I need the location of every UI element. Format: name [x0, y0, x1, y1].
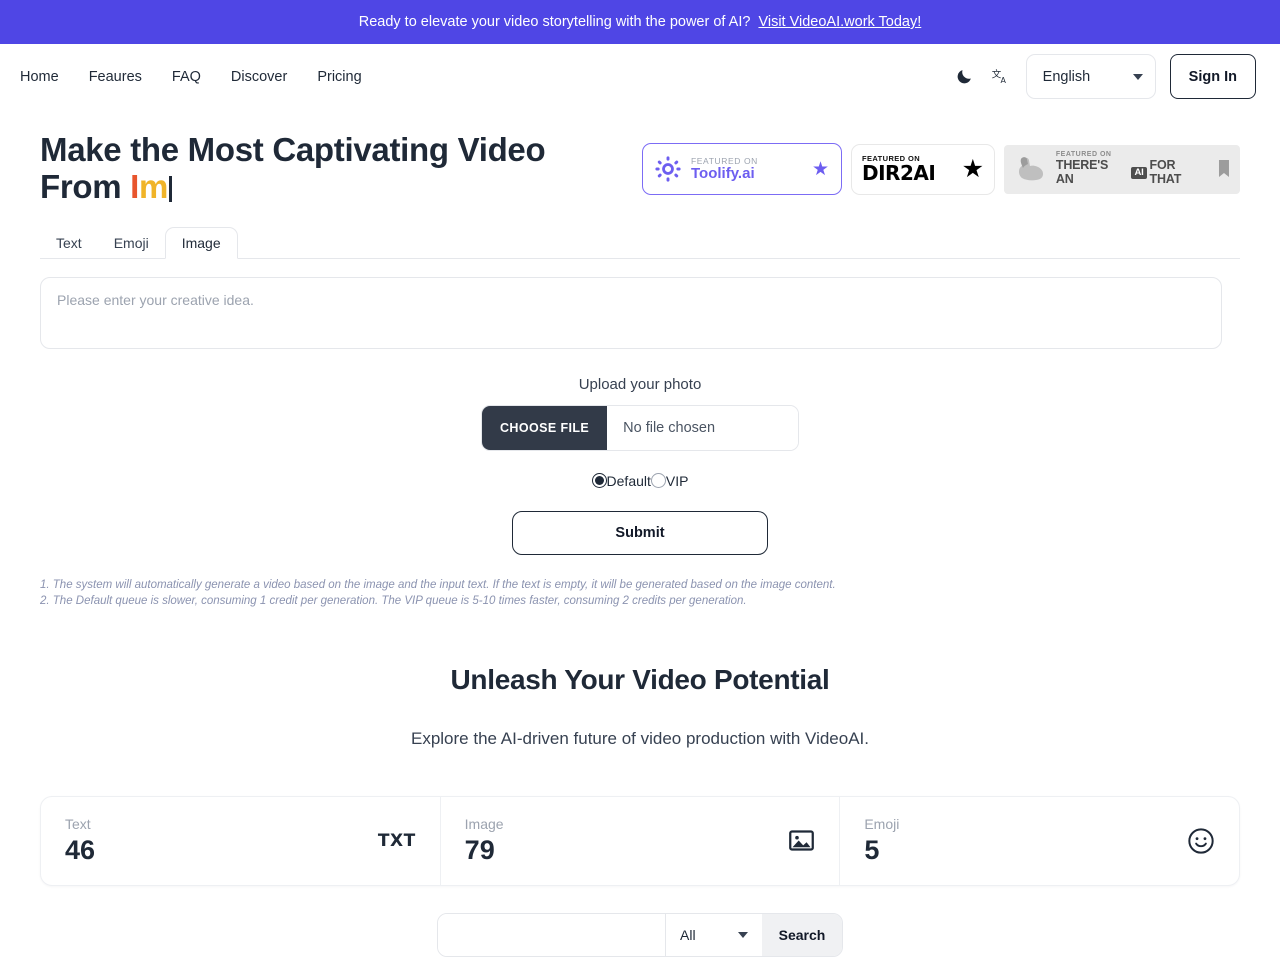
search-bar: All Search — [437, 912, 843, 957]
stat-value-image: 79 — [464, 834, 495, 865]
badge-taaft-name-part2: FOR THAT — [1149, 158, 1182, 186]
creative-idea-input[interactable] — [40, 276, 1222, 349]
smiley-icon — [1187, 827, 1215, 855]
flexed-arm-icon — [1018, 157, 1044, 181]
featured-badges: FEATURED ON Toolify.ai ★ FEATURED ON DIR… — [642, 143, 1240, 195]
promo-text: Ready to elevate your video storytelling… — [358, 14, 751, 30]
search-button[interactable]: Search — [762, 913, 842, 956]
form-notes: 1. The system will automatically generat… — [40, 577, 1280, 610]
radio-indicator-default[interactable] — [591, 473, 607, 489]
file-upload-control[interactable]: CHOOSE FILE No file chosen — [481, 404, 799, 451]
nav-link-discover[interactable]: Discover — [231, 69, 287, 85]
translate-icon[interactable]: 文 A — [990, 66, 1012, 88]
promo-banner: Ready to elevate your video storytelling… — [0, 0, 1280, 44]
txt-icon: TXT — [377, 830, 416, 851]
stat-value-text: 46 — [65, 834, 96, 865]
badge-taaft-ai-chip: AI — [1131, 166, 1147, 180]
stat-card-emoji-content: Emoji 5 — [864, 816, 899, 866]
radio-label-vip: VIP — [665, 472, 689, 489]
stat-card-text-content: Text 46 — [65, 816, 95, 866]
page-title: Make the Most Captivating Video From Im — [40, 131, 546, 206]
chevron-down-icon — [738, 931, 748, 938]
chevron-down-icon — [1132, 73, 1143, 80]
main-nav: Home Feaures FAQ Discover Pricing — [20, 68, 362, 86]
choose-file-button[interactable]: CHOOSE FILE — [482, 405, 608, 450]
toolify-logo-icon — [655, 156, 681, 182]
badge-taaft-text: FEATURED ON THERE'S AN AI FOR THAT — [1056, 151, 1210, 186]
typing-cursor-icon — [169, 176, 173, 203]
badge-taaft-name-part1: THERE'S AN — [1055, 158, 1109, 186]
radio-option-vip[interactable]: VIP — [650, 472, 689, 489]
stat-value-emoji: 5 — [864, 834, 880, 865]
upload-photo-label: Upload your photo — [578, 375, 702, 393]
potential-subtitle: Explore the AI-driven future of video pr… — [410, 728, 869, 748]
nav-item-discover[interactable]: Discover — [231, 68, 287, 86]
stat-label-image: Image — [464, 815, 504, 832]
hero-typed-char-1: I — [130, 168, 140, 206]
star-icon: ★ — [811, 158, 829, 180]
nav-link-pricing[interactable]: Pricing — [317, 69, 361, 85]
queue-type-radio-group: Default VIP — [40, 473, 1240, 489]
potential-title: Unleash Your Video Potential — [450, 663, 830, 695]
submit-button[interactable]: Submit — [512, 510, 768, 555]
input-mode-tabs: Text Emoji Image — [40, 224, 1280, 259]
nav-link-feaures[interactable]: Feaures — [89, 69, 142, 85]
hero-section: Make the Most Captivating Video From Im — [0, 109, 1280, 206]
potential-section: Unleash Your Video Potential Explore the… — [0, 664, 1280, 749]
stat-card-text: Text 46 TXT — [41, 796, 441, 885]
stats-row: Text 46 TXT Image 79 Emoji 5 — [40, 795, 1240, 886]
hero-typed-char-2: m — [139, 168, 169, 206]
star-icon: ★ — [961, 155, 984, 183]
search-scope-select[interactable]: All — [666, 914, 762, 956]
nav-item-home[interactable]: Home — [20, 68, 59, 86]
tab-image[interactable]: Image — [164, 226, 238, 259]
form-note-2: 2. The Default queue is slower, consumin… — [40, 595, 747, 608]
svg-text:A: A — [1001, 76, 1007, 85]
stat-card-emoji: Emoji 5 — [840, 797, 1239, 885]
badge-dir2ai-text: FEATURED ON DIR2AI — [862, 155, 936, 185]
tab-emoji[interactable]: Emoji — [98, 228, 165, 258]
badge-theres-an-ai-for-that[interactable]: FEATURED ON THERE'S AN AI FOR THAT — [1004, 144, 1240, 194]
stat-card-image-content: Image 79 — [465, 816, 504, 866]
language-select[interactable]: English — [1025, 54, 1156, 99]
site-header: Home Feaures FAQ Discover Pricing 文 A En… — [0, 44, 1280, 109]
search-scope-value: All — [680, 926, 696, 943]
tab-text[interactable]: Text — [40, 228, 98, 258]
generation-form: Upload your photo CHOOSE FILE No file ch… — [0, 259, 1280, 555]
picture-icon — [788, 827, 815, 854]
badge-dir2ai-name: DIR2AI — [862, 160, 936, 185]
search-input[interactable] — [438, 913, 666, 956]
nav-item-pricing[interactable]: Pricing — [317, 68, 361, 86]
stat-card-image: Image 79 — [441, 796, 841, 885]
file-status-text: No file chosen — [607, 405, 798, 450]
radio-label-default: Default — [606, 472, 651, 489]
bookmark-icon — [1219, 160, 1230, 177]
badge-toolify-text: FEATURED ON Toolify.ai — [691, 156, 758, 182]
form-note-1: 1. The system will automatically generat… — [40, 578, 836, 591]
badge-taaft-name: THERE'S AN AI FOR THAT — [1055, 158, 1210, 187]
promo-link[interactable]: Visit VideoAI.work Today! — [758, 14, 921, 30]
nav-link-home[interactable]: Home — [20, 69, 59, 85]
nav-item-feaures[interactable]: Feaures — [89, 68, 142, 86]
nav-item-faq[interactable]: FAQ — [172, 68, 201, 86]
language-value: English — [1042, 68, 1091, 85]
radio-option-default[interactable]: Default — [591, 472, 651, 489]
stat-label-text: Text — [65, 815, 91, 832]
badge-toolify-name: Toolify.ai — [691, 164, 755, 182]
header-actions: 文 A English Sign In — [954, 54, 1256, 99]
hero-title-line1: Make the Most Captivating Video — [40, 131, 546, 168]
stat-label-emoji: Emoji — [864, 815, 900, 832]
moon-icon[interactable] — [954, 66, 976, 88]
radio-indicator-vip[interactable] — [650, 473, 666, 489]
badge-toolify[interactable]: FEATURED ON Toolify.ai ★ — [642, 143, 842, 195]
sign-in-button[interactable]: Sign In — [1169, 54, 1256, 99]
nav-link-faq[interactable]: FAQ — [172, 69, 201, 85]
hero-title-line2-prefix: From — [40, 168, 131, 206]
badge-dir2ai[interactable]: FEATURED ON DIR2AI ★ — [852, 144, 994, 194]
